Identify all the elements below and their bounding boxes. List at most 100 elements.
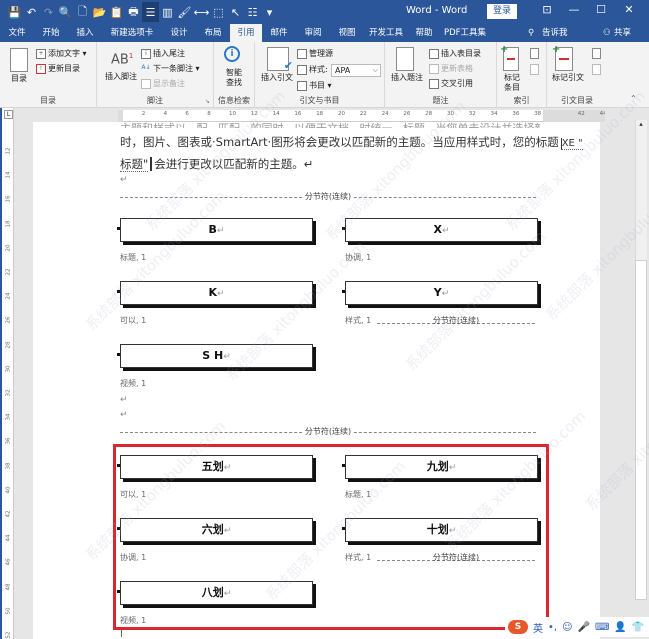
ribbon: 目录 + 添加文字 ▾ ! 更新目录 目录 AB1 插入脚注 i 插入尾注 A↓ 下一条… <box>0 42 649 108</box>
ruler-tick: 22 <box>359 111 367 117</box>
ruler-tick: 10 <box>229 111 236 117</box>
save-icon[interactable]: 💾 <box>6 2 23 22</box>
tab-design[interactable]: 设计 <box>162 24 196 42</box>
smart-lookup-button[interactable]: 智能 查找 <box>216 68 252 88</box>
mark-citation-button[interactable]: 标记引文 <box>549 73 587 83</box>
ruler-tick: 28 <box>425 111 433 117</box>
sogou-logo-icon[interactable]: S <box>508 620 528 634</box>
undo-icon[interactable]: ↶ <box>23 2 40 22</box>
insert-citation-button[interactable]: 插入引文 <box>257 73 297 83</box>
bullets-icon[interactable]: ☷ <box>244 2 261 22</box>
ruler-tick: 32 <box>5 389 12 397</box>
toc-icon <box>10 48 28 72</box>
language-toggle[interactable]: 英 <box>533 620 543 635</box>
tab-review[interactable]: 审阅 <box>296 24 330 42</box>
insert-endnote-icon: i <box>141 48 151 59</box>
punctuation-toggle[interactable]: •, <box>548 622 557 633</box>
user-icon: ⚇ <box>603 28 611 38</box>
bibliography-button[interactable]: 书目 ▾ <box>297 80 332 91</box>
update-toc-button[interactable]: ! 更新目录 <box>36 63 80 74</box>
ribbon-display-options-icon[interactable]: ⊡ <box>537 3 557 16</box>
group-table-of-authorities: + 标记引文 引文目录 <box>547 42 607 108</box>
login-button[interactable]: 登录 <box>487 4 517 19</box>
emoji-icon[interactable]: ☺ <box>562 622 572 633</box>
spacing-icon[interactable]: ⟷ <box>193 2 210 22</box>
read-mode-icon[interactable]: ☰ <box>142 2 159 22</box>
index-entry-box[interactable]: B↵ <box>117 218 313 242</box>
share-button[interactable]: 共享 <box>614 24 631 42</box>
new-doc-icon[interactable]: 🗋 <box>74 2 91 22</box>
paragraph-mark: ↵ <box>216 226 225 236</box>
insert-caption-button[interactable]: 插入题注 <box>387 73 427 83</box>
ruler-tick: 28 <box>5 341 12 349</box>
mark-entry-button[interactable]: 标记 条目 <box>499 73 525 93</box>
ruler-margin-right <box>543 110 605 122</box>
toc-button[interactable]: 目录 <box>4 74 34 84</box>
group-label-toc: 目录 <box>40 96 56 105</box>
group-label-index: 索引 <box>513 96 530 105</box>
index-entry-box[interactable]: K↵ <box>117 281 313 305</box>
skin-icon[interactable]: 👕 <box>632 622 644 633</box>
tab-mailings[interactable]: 邮件 <box>262 24 296 42</box>
paragraph-mark: ↵ <box>441 226 450 236</box>
insert-index-icon[interactable] <box>530 48 539 59</box>
tab-new-tab[interactable]: 新建选项卡 <box>102 24 162 42</box>
index-entry-title: B <box>208 223 217 236</box>
maximize-button[interactable]: ☐ <box>591 3 611 16</box>
add-text-button[interactable]: + 添加文字 ▾ <box>36 48 87 59</box>
xe-field-end[interactable]: 标题" <box>120 157 149 172</box>
cross-reference-button[interactable]: 交叉引用 <box>429 78 473 89</box>
insert-toa-icon[interactable] <box>592 48 601 59</box>
xe-field-code[interactable]: XE " <box>560 138 583 150</box>
tab-insert[interactable]: 插入 <box>68 24 102 42</box>
format-painter-icon[interactable]: 🖌 <box>176 2 193 22</box>
index-entry-box[interactable]: X↵ <box>342 218 538 242</box>
ime-toolbar: S 英 •, ☺ 🎤 ⌨ 👤 👕 ▦ <box>505 617 649 637</box>
tab-selector[interactable]: L <box>4 110 13 119</box>
paste-icon[interactable]: 📋 <box>108 2 125 22</box>
select-icon[interactable]: ⬚ <box>210 2 227 22</box>
tell-me-search[interactable]: 告诉我 <box>542 24 568 42</box>
chevron-down-icon: ⌵ <box>372 66 378 74</box>
group-toc: 目录 + 添加文字 ▾ ! 更新目录 目录 <box>0 42 97 108</box>
open-icon[interactable]: 📂 <box>91 2 108 22</box>
insert-endnote-button[interactable]: i 插入尾注 <box>141 48 185 59</box>
group-index: + 标记 条目 索引 <box>497 42 547 108</box>
scroll-up-arrow-icon[interactable]: ▴ <box>636 120 646 130</box>
keyboard-icon[interactable]: ⌨ <box>595 622 609 633</box>
user-icon[interactable]: 👤 <box>614 622 626 633</box>
tab-references[interactable]: 引用 <box>230 24 262 42</box>
index-entry-box[interactable]: Y↵ <box>342 281 538 305</box>
next-footnote-button[interactable]: A↓ 下一条脚注 ▾ <box>141 63 199 74</box>
close-button[interactable]: ✕ <box>619 3 639 16</box>
scrollbar-thumb[interactable] <box>635 260 647 600</box>
tab-file[interactable]: 文件 <box>0 24 34 42</box>
tab-help[interactable]: 帮助 <box>408 24 440 42</box>
tab-pdf-tools[interactable]: PDF工具集 <box>440 24 490 42</box>
collapse-ribbon-icon[interactable]: ⌃ <box>630 94 637 103</box>
paragraph-mark: ↵ <box>120 410 128 420</box>
microphone-icon[interactable]: 🎤 <box>578 622 590 633</box>
tab-view[interactable]: 视图 <box>330 24 364 42</box>
customize-qat-icon[interactable]: ▾ <box>261 2 278 22</box>
pointer-icon[interactable]: ↖ <box>227 2 244 22</box>
print-preview-icon[interactable]: 🔍 <box>57 2 74 22</box>
manage-sources-button[interactable]: 管理源 <box>297 48 333 59</box>
tab-home[interactable]: 开始 <box>34 24 68 42</box>
minimize-button[interactable]: — <box>564 3 584 16</box>
insert-table-of-figures-button[interactable]: 插入表目录 <box>429 48 481 59</box>
columns-icon[interactable]: ▥ <box>159 2 176 22</box>
print-icon[interactable]: 🖶 <box>125 2 142 22</box>
insert-footnote-button[interactable]: 插入脚注 <box>101 72 141 82</box>
dialog-launcher-icon[interactable]: ↘ <box>205 98 210 105</box>
ruler-tick: 22 <box>5 268 12 276</box>
citation-style-select[interactable]: APA ⌵ <box>331 64 381 77</box>
redo-icon[interactable]: ↷ <box>40 2 57 22</box>
index-entry-caption: 标题, 1 <box>120 253 147 262</box>
quick-access-toolbar: 💾 ↶ ↷ 🔍 🗋 📂 📋 🖶 ☰ ▥ 🖌 ⟷ ⬚ ↖ ☷ ▾ <box>0 2 278 22</box>
tab-developer[interactable]: 开发工具 <box>364 24 408 42</box>
lightbulb-icon: ⚲ <box>528 28 535 38</box>
tab-layout[interactable]: 布局 <box>196 24 230 42</box>
index-entry-box[interactable]: S H↵ <box>117 344 313 368</box>
paragraph-mark: ↵ <box>120 395 128 405</box>
